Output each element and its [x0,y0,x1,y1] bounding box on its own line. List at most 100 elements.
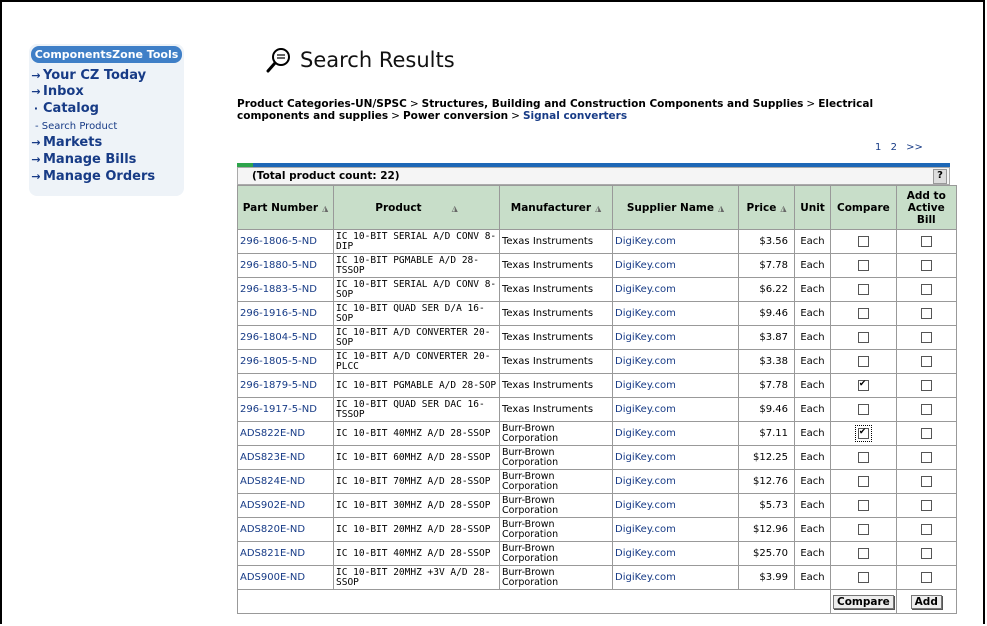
column-header-supplier[interactable]: Supplier Name ◮ [612,185,739,230]
column-header-part-number[interactable]: Part Number ◮ [237,185,334,230]
column-header-manufacturer[interactable]: Manufacturer ◮ [499,185,613,230]
compare-checkbox[interactable] [857,499,869,511]
add-to-bill-checkbox[interactable] [920,355,932,367]
part-number-link[interactable]: 296-1805-5-ND [240,356,317,367]
supplier-link[interactable]: DigiKey.com [615,260,676,271]
compare-checkbox[interactable] [854,424,872,442]
add-button[interactable]: Add [910,594,942,609]
breadcrumb-separator: > [391,110,400,122]
part-number-link[interactable]: 296-1804-5-ND [240,332,317,343]
compare-button[interactable]: Compare [833,594,894,609]
sidebar-item-markets[interactable]: → Markets [29,135,102,150]
breadcrumb-current[interactable]: Signal converters [523,110,627,122]
supplier-link[interactable]: DigiKey.com [615,452,676,463]
add-to-bill-checkbox[interactable] [920,547,932,559]
supplier-link[interactable]: DigiKey.com [615,332,676,343]
compare-button-cell: Compare [830,589,897,614]
part-number-link[interactable]: ADS822E-ND [240,428,305,439]
part-number-link[interactable]: 296-1883-5-ND [240,284,317,295]
sidebar-item-inbox[interactable]: → Inbox [29,84,84,99]
part-number-link[interactable]: 296-1806-5-ND [240,236,317,247]
part-number-link[interactable]: ADS823E-ND [240,452,305,463]
breadcrumb-separator: > [409,98,419,110]
sidebar-item-catalog[interactable]: · Catalog [29,101,99,116]
sort-triangle-icon: ◮ [322,203,329,213]
column-header-product[interactable]: Product ◮ [333,185,500,230]
compare-checkbox[interactable] [857,331,869,343]
sidebar-item-manage-orders[interactable]: → Manage Orders [29,169,155,184]
sidebar-item-label: Inbox [43,84,84,99]
add-to-bill-checkbox[interactable] [920,307,932,319]
supplier-link[interactable]: DigiKey.com [615,500,676,511]
compare-cell [830,325,897,350]
add-to-bill-checkbox[interactable] [920,331,932,343]
supplier-link[interactable]: DigiKey.com [615,380,676,391]
part-number-link[interactable]: 296-1880-5-ND [240,260,317,271]
product-cell: IC 10-BIT 30MHZ A/D 28-SSOP [333,493,500,518]
compare-checkbox[interactable] [857,403,869,415]
compare-checkbox[interactable] [857,307,869,319]
table-row: ADS820E-ND IC 10-BIT 20MHZ A/D 28-SSOP Bur… [237,517,957,542]
supplier-cell: DigiKey.com [612,445,739,470]
part-number-link[interactable]: ADS824E-ND [240,476,305,487]
supplier-link[interactable]: DigiKey.com [615,428,676,439]
unit-cell: Each [794,373,831,398]
column-header-price[interactable]: Price ◮ [738,185,795,230]
compare-checkbox[interactable] [857,379,869,391]
page-title: Search Results [300,48,455,72]
compare-checkbox[interactable] [857,259,869,271]
part-number-link[interactable]: ADS821E-ND [240,548,305,559]
header-label: Part Number [242,201,319,214]
supplier-link[interactable]: DigiKey.com [615,356,676,367]
compare-checkbox[interactable] [857,547,869,559]
compare-checkbox[interactable] [857,235,869,247]
supplier-link[interactable]: DigiKey.com [615,524,676,535]
sidebar-item-your-cz-today[interactable]: → Your CZ Today [29,68,146,83]
column-header-add: Add to Active Bill [895,185,957,230]
part-number-link[interactable]: ADS902E-ND [240,500,305,511]
add-to-bill-checkbox[interactable] [920,427,932,439]
breadcrumb-item[interactable]: Power conversion [403,110,508,122]
add-to-bill-checkbox[interactable] [920,235,932,247]
page-next[interactable]: >> [906,142,923,153]
page-link-1[interactable]: 1 [875,142,881,153]
product-cell: IC 10-BIT PGMABLE A/D 28-SOP [333,373,500,398]
compare-checkbox[interactable] [857,523,869,535]
supplier-link[interactable]: DigiKey.com [615,236,676,247]
unit-cell: Each [794,253,831,278]
compare-checkbox[interactable] [857,355,869,367]
sidebar-subitem-search-product[interactable]: - Search Product [35,121,117,132]
add-to-bill-checkbox[interactable] [920,379,932,391]
compare-checkbox[interactable] [857,451,869,463]
part-number-link[interactable]: 296-1917-5-ND [240,404,317,415]
part-number-link[interactable]: 296-1916-5-ND [240,308,317,319]
compare-checkbox[interactable] [857,283,869,295]
supplier-link[interactable]: DigiKey.com [615,572,676,583]
help-icon[interactable]: ? [933,169,947,184]
add-to-bill-checkbox[interactable] [920,283,932,295]
sidebar-item-manage-bills[interactable]: → Manage Bills [29,152,136,167]
part-number-link[interactable]: 296-1879-5-ND [240,380,317,391]
supplier-link[interactable]: DigiKey.com [615,404,676,415]
breadcrumb-item[interactable]: Structures, Building and Construction Co… [422,98,804,110]
part-number-link[interactable]: ADS900E-ND [240,572,305,583]
compare-checkbox[interactable] [857,571,869,583]
supplier-link[interactable]: DigiKey.com [615,476,676,487]
add-to-bill-checkbox[interactable] [920,259,932,271]
supplier-link[interactable]: DigiKey.com [615,308,676,319]
add-to-bill-checkbox[interactable] [920,523,932,535]
breadcrumb-item[interactable]: Product Categories-UN/SPSC [237,98,407,110]
part-number-link[interactable]: ADS820E-ND [240,524,305,535]
add-to-bill-checkbox[interactable] [920,403,932,415]
add-to-bill-checkbox[interactable] [920,499,932,511]
header-label: Product [375,201,422,214]
add-to-bill-checkbox[interactable] [920,475,932,487]
supplier-link[interactable]: DigiKey.com [615,284,676,295]
table-row: ADS822E-ND IC 10-BIT 40MHZ A/D 28-SSOP Bur… [237,421,957,446]
supplier-link[interactable]: DigiKey.com [615,548,676,559]
add-to-bill-checkbox[interactable] [920,451,932,463]
page-link-2[interactable]: 2 [891,142,897,153]
add-to-bill-checkbox[interactable] [920,571,932,583]
unit-cell: Each [794,397,831,422]
compare-checkbox[interactable] [857,475,869,487]
